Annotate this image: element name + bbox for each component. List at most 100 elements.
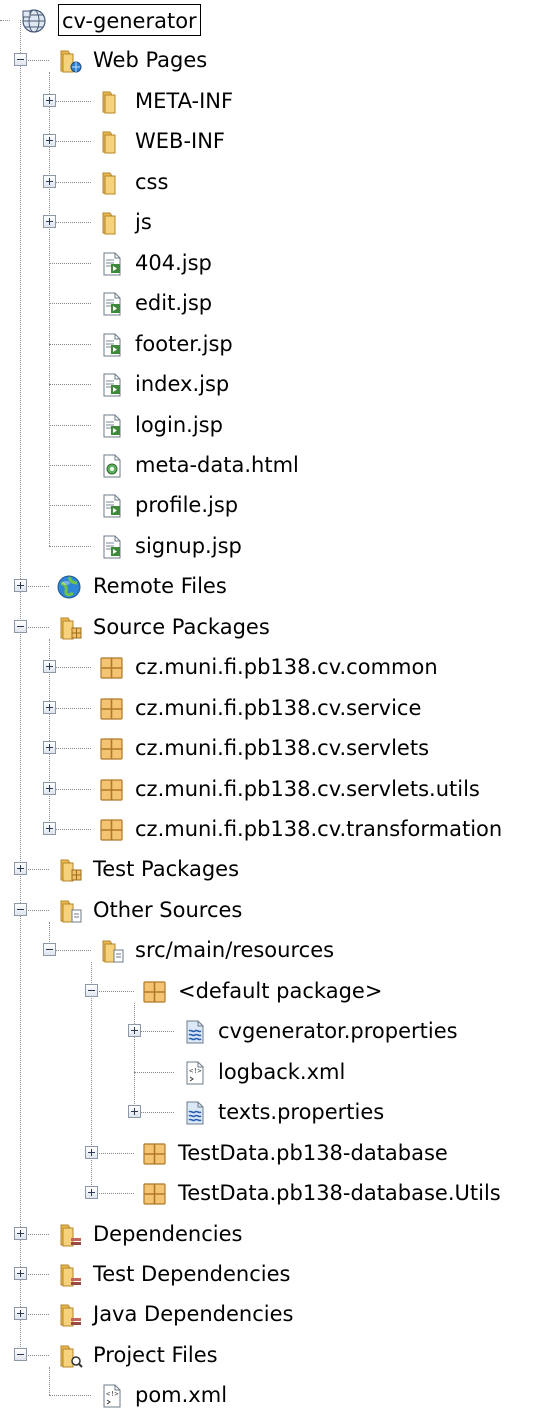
- package-icon: [97, 696, 125, 722]
- tree-node-label[interactable]: cz.muni.fi.pb138.cv.common: [135, 647, 438, 687]
- expand-toggle[interactable]: [43, 174, 56, 188]
- tree-node-label[interactable]: Project Files: [93, 1335, 218, 1375]
- tree-node-label[interactable]: cvgenerator.properties: [218, 1011, 458, 1051]
- tree-node[interactable]: META-INF: [0, 81, 537, 121]
- tree-node[interactable]: Other Sources: [0, 890, 537, 930]
- tree-node-label[interactable]: texts.properties: [218, 1092, 384, 1132]
- tree-node[interactable]: login.jsp: [0, 405, 537, 445]
- expand-toggle[interactable]: [128, 1105, 141, 1119]
- tree-node-label[interactable]: profile.jsp: [135, 485, 238, 525]
- expand-toggle[interactable]: [85, 1145, 98, 1159]
- expand-toggle[interactable]: [85, 1186, 98, 1200]
- tree-node[interactable]: Java Dependencies: [0, 1294, 537, 1334]
- expand-toggle[interactable]: [43, 700, 56, 714]
- tree-node[interactable]: edit.jsp: [0, 283, 537, 323]
- tree-node-label[interactable]: css: [135, 162, 168, 202]
- expand-toggle[interactable]: [43, 822, 56, 835]
- tree-node-label[interactable]: cz.muni.fi.pb138.cv.service: [135, 688, 421, 728]
- collapse-toggle[interactable]: [43, 943, 56, 957]
- tree-node-label[interactable]: logback.xml: [218, 1052, 345, 1092]
- tree-node[interactable]: Web Pages: [0, 40, 537, 80]
- collapse-toggle[interactable]: [14, 619, 27, 633]
- html-file-icon: [97, 453, 125, 479]
- collapse-toggle[interactable]: [14, 53, 27, 67]
- tree-node-label[interactable]: Test Dependencies: [93, 1254, 290, 1294]
- tree-node[interactable]: <default package>: [0, 971, 537, 1011]
- tree-node[interactable]: cz.muni.fi.pb138.cv.common: [0, 647, 537, 687]
- tree-node-label[interactable]: footer.jsp: [135, 324, 233, 364]
- tree-node[interactable]: cv-generator: [0, 0, 537, 40]
- tree-node-label[interactable]: META-INF: [135, 81, 233, 121]
- folder-icon: [97, 210, 125, 236]
- expand-toggle[interactable]: [14, 1226, 27, 1240]
- tree-node-label[interactable]: index.jsp: [135, 364, 229, 404]
- tree-node[interactable]: Remote Files: [0, 566, 537, 606]
- tree-node-label[interactable]: edit.jsp: [135, 283, 212, 323]
- expand-toggle[interactable]: [128, 1024, 141, 1038]
- tree-node-label[interactable]: Source Packages: [93, 607, 270, 647]
- tree-node-label[interactable]: Java Dependencies: [93, 1294, 293, 1334]
- expand-toggle[interactable]: [14, 1307, 27, 1321]
- tree-node-label[interactable]: cz.muni.fi.pb138.cv.servlets: [135, 728, 429, 768]
- expand-toggle[interactable]: [43, 134, 56, 148]
- collapse-toggle[interactable]: [14, 1347, 27, 1361]
- tree-node[interactable]: cz.muni.fi.pb138.cv.service: [0, 688, 537, 728]
- tree-node-label[interactable]: signup.jsp: [135, 526, 242, 566]
- tree-node-label[interactable]: TestData.pb138-database: [178, 1133, 448, 1173]
- expand-toggle[interactable]: [43, 215, 56, 229]
- tree-node[interactable]: Project Files: [0, 1335, 537, 1375]
- tree-node[interactable]: cz.muni.fi.pb138.cv.servlets.utils: [0, 769, 537, 809]
- tree-node-label[interactable]: Dependencies: [93, 1214, 242, 1254]
- tree-node-label[interactable]: Test Packages: [93, 849, 239, 889]
- tree-node[interactable]: css: [0, 162, 537, 202]
- tree-node-label[interactable]: cv-generator: [58, 4, 201, 36]
- tree-node[interactable]: footer.jsp: [0, 324, 537, 364]
- tree-node-label[interactable]: 404.jsp: [135, 243, 212, 283]
- expand-toggle[interactable]: [43, 660, 56, 674]
- expand-toggle[interactable]: [14, 1266, 27, 1280]
- tree-node[interactable]: Test Dependencies: [0, 1254, 537, 1294]
- web-pages-folder-icon: [55, 48, 83, 74]
- tree-node[interactable]: js: [0, 202, 537, 242]
- folder-icon: [97, 129, 125, 155]
- tree-node[interactable]: Dependencies: [0, 1214, 537, 1254]
- tree-node[interactable]: src/main/resources: [0, 930, 537, 970]
- tree-node[interactable]: Source Packages: [0, 607, 537, 647]
- tree-node[interactable]: WEB-INF: [0, 121, 537, 161]
- tree-node-label[interactable]: meta-data.html: [135, 445, 299, 485]
- tree-node[interactable]: cz.muni.fi.pb138.cv.servlets: [0, 728, 537, 768]
- tree-node[interactable]: index.jsp: [0, 364, 537, 404]
- collapse-toggle[interactable]: [14, 902, 27, 916]
- tree-node-label[interactable]: pom.xml: [135, 1375, 227, 1415]
- tree-node[interactable]: <!> pom.xml: [0, 1375, 537, 1415]
- tree-node[interactable]: cvgenerator.properties: [0, 1011, 537, 1051]
- expand-toggle[interactable]: [14, 579, 27, 593]
- tree-node-label[interactable]: Web Pages: [93, 40, 207, 80]
- tree-node[interactable]: TestData.pb138-database.Utils: [0, 1173, 537, 1213]
- tree-node-label[interactable]: js: [135, 202, 152, 242]
- tree-node-label[interactable]: Other Sources: [93, 890, 242, 930]
- collapse-toggle[interactable]: [85, 983, 98, 997]
- tree-node[interactable]: profile.jsp: [0, 485, 537, 525]
- expand-toggle[interactable]: [14, 862, 27, 876]
- tree-node-label[interactable]: Remote Files: [93, 566, 227, 606]
- tree-node[interactable]: signup.jsp: [0, 526, 537, 566]
- tree-node[interactable]: TestData.pb138-database: [0, 1133, 537, 1173]
- tree-node-label[interactable]: login.jsp: [135, 405, 223, 445]
- tree-node[interactable]: Test Packages: [0, 849, 537, 889]
- tree-node-label[interactable]: cz.muni.fi.pb138.cv.transformation: [135, 809, 502, 849]
- expand-toggle[interactable]: [43, 781, 56, 795]
- expand-toggle[interactable]: [43, 741, 56, 755]
- tree-node[interactable]: <!> logback.xml: [0, 1052, 537, 1092]
- tree-node[interactable]: cz.muni.fi.pb138.cv.transformation: [0, 809, 537, 849]
- tree-node-label[interactable]: cz.muni.fi.pb138.cv.servlets.utils: [135, 769, 480, 809]
- tree-node[interactable]: meta-data.html: [0, 445, 537, 485]
- tree-node-label[interactable]: src/main/resources: [135, 930, 334, 970]
- tree-node-label[interactable]: WEB-INF: [135, 121, 225, 161]
- tree-node[interactable]: texts.properties: [0, 1092, 537, 1132]
- tree-node-label[interactable]: <default package>: [178, 971, 382, 1011]
- tree-node-label[interactable]: TestData.pb138-database.Utils: [178, 1173, 501, 1213]
- xml-file-icon: <!>: [180, 1060, 208, 1086]
- tree-node[interactable]: 404.jsp: [0, 243, 537, 283]
- expand-toggle[interactable]: [43, 93, 56, 107]
